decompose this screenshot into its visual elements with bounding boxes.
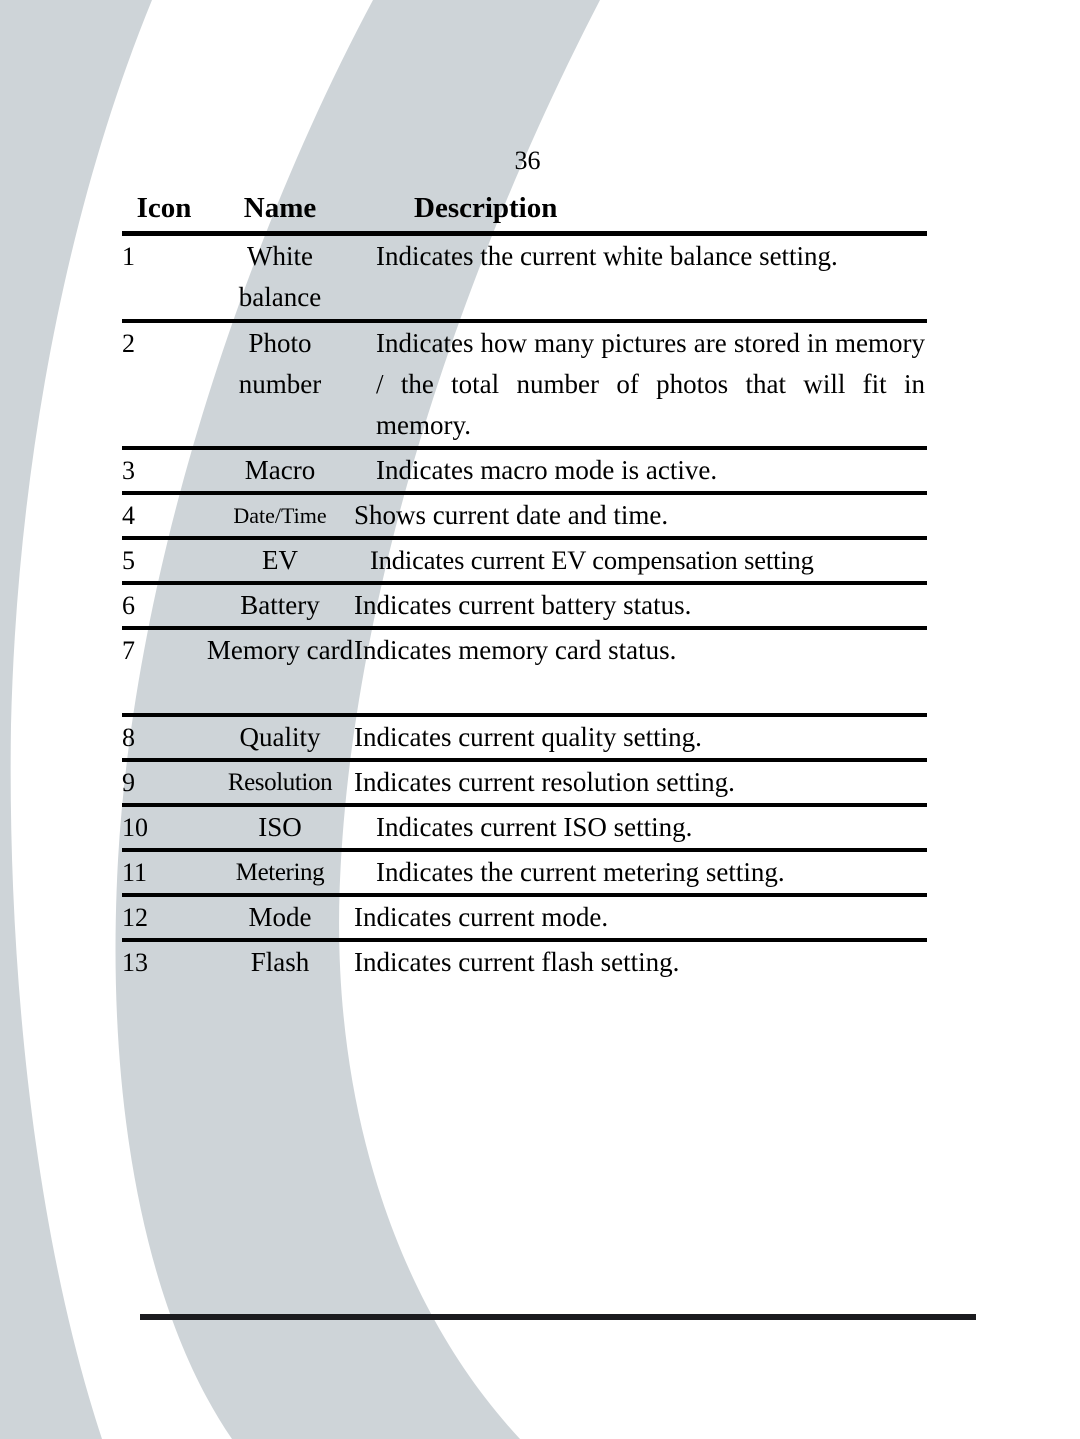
cell-description: Indicates memory card status. bbox=[354, 635, 677, 665]
table-row: 10 ISO Indicates current ISO setting. bbox=[122, 805, 927, 850]
icon-reference-table: Icon Name Description 1 White balance In… bbox=[122, 185, 927, 1031]
cell-name: Memory card bbox=[206, 635, 354, 665]
table-row: 3 Macro Indicates macro mode is active. bbox=[122, 448, 927, 493]
cell-description: Indicates how many pictures are stored i… bbox=[376, 328, 925, 440]
cell-name: Photo number bbox=[238, 328, 322, 399]
column-header-name: Name bbox=[243, 192, 317, 224]
cell-icon-number: 7 bbox=[122, 636, 135, 665]
table-row: 2 Photo number Indicates how many pictur… bbox=[122, 321, 927, 448]
cell-description: Indicates current quality setting. bbox=[354, 722, 702, 752]
column-header-description: Description bbox=[414, 192, 558, 224]
cell-name: EV bbox=[262, 545, 298, 575]
cell-name: Metering bbox=[235, 859, 325, 886]
cell-description: Indicates current EV compensation settin… bbox=[370, 545, 814, 575]
cell-name: Mode bbox=[248, 902, 312, 932]
cell-name: ISO bbox=[258, 812, 302, 842]
cell-icon-number: 3 bbox=[122, 456, 135, 485]
cell-icon-number: 8 bbox=[122, 723, 135, 752]
cell-description: Shows current date and time. bbox=[354, 500, 669, 530]
cell-icon-number: 2 bbox=[122, 329, 135, 358]
table-row: 13 Flash Indicates current flash setting… bbox=[122, 940, 927, 1031]
cell-description: Indicates current flash setting. bbox=[354, 947, 680, 977]
cell-description: Indicates current battery status. bbox=[354, 590, 692, 620]
cell-name: White balance bbox=[238, 241, 322, 312]
cell-icon-number: 12 bbox=[122, 903, 148, 932]
column-header-icon: Icon bbox=[136, 192, 192, 224]
document-page: 36 Icon Name Description 1 White balance… bbox=[0, 0, 1080, 1439]
cell-name: Date/Time bbox=[233, 503, 327, 528]
table-row: 9 Resolution Indicates current resolutio… bbox=[122, 760, 927, 805]
table-row: 1 White balance Indicates the current wh… bbox=[122, 234, 927, 321]
cell-description: Indicates the current metering setting. bbox=[376, 857, 785, 887]
table-row: 5 EV Indicates current EV compensation s… bbox=[122, 538, 927, 583]
table-body: 1 White balance Indicates the current wh… bbox=[122, 234, 927, 1032]
cell-icon-number: 5 bbox=[122, 546, 135, 575]
cell-icon-number: 11 bbox=[122, 858, 148, 887]
cell-icon-number: 6 bbox=[122, 591, 135, 620]
cell-name: Quality bbox=[239, 722, 321, 752]
cell-description: Indicates current ISO setting. bbox=[376, 812, 693, 842]
table-row: 12 Mode Indicates current mode. bbox=[122, 895, 927, 940]
table-row: 6 Battery Indicates current battery stat… bbox=[122, 583, 927, 628]
page-number: 36 bbox=[514, 146, 541, 175]
cell-name: Macro bbox=[244, 455, 316, 485]
table-row: 11 Metering Indicates the current meteri… bbox=[122, 850, 927, 895]
cell-description: Indicates macro mode is active. bbox=[376, 455, 718, 485]
cell-icon-number: 1 bbox=[122, 242, 135, 271]
cell-name: Resolution bbox=[227, 769, 333, 796]
cell-icon-number: 13 bbox=[122, 948, 148, 977]
table-row: 8 Quality Indicates current quality sett… bbox=[122, 715, 927, 760]
footer-horizontal-rule bbox=[140, 1314, 976, 1320]
table-row: 7 Memory card Indicates memory card stat… bbox=[122, 628, 927, 715]
cell-description: Indicates current resolution setting. bbox=[354, 767, 735, 797]
cell-description: Indicates the current white balance sett… bbox=[376, 241, 838, 271]
cell-icon-number: 4 bbox=[122, 501, 135, 530]
cell-name: Battery bbox=[240, 590, 320, 620]
cell-icon-number: 9 bbox=[122, 768, 135, 797]
table-header: Icon Name Description bbox=[122, 185, 927, 234]
cell-name: Flash bbox=[250, 947, 310, 977]
cell-description: Indicates current mode. bbox=[354, 902, 609, 932]
cell-icon-number: 10 bbox=[122, 813, 148, 842]
table-header-row: Icon Name Description bbox=[122, 185, 927, 234]
table-row: 4 Date/Time Shows current date and time. bbox=[122, 493, 927, 538]
